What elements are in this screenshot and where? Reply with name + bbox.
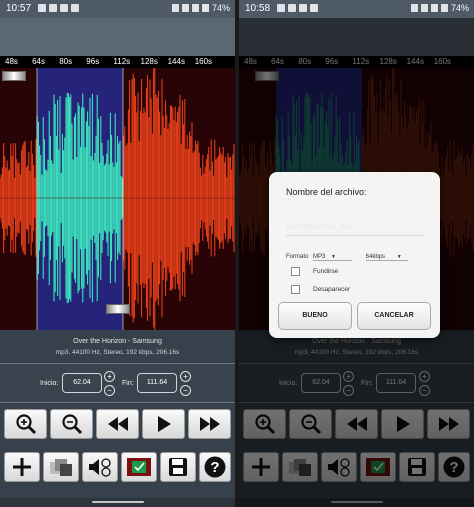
track-info: Over the Horizon - Samsung mp3, 44100 Hz… <box>0 330 235 363</box>
waveform-outer-right <box>123 58 235 330</box>
status-time: 10:57 <box>6 3 32 14</box>
play-button[interactable] <box>142 409 185 439</box>
bitrate-select[interactable]: 64kbps ▼ <box>365 254 408 261</box>
play-icon <box>157 416 171 432</box>
timeline-tick: 128s <box>140 57 158 66</box>
volume-icon <box>89 458 111 477</box>
zoom-in-button[interactable] <box>4 409 47 439</box>
timeline-ruler: 48s 64s 80s 96s 112s 128s 144s 160s <box>0 56 235 68</box>
timeline-tick: 144s <box>167 57 185 66</box>
save-button[interactable] <box>160 452 196 482</box>
fade-icon <box>50 459 72 476</box>
trim-controls: Inicio: 62.04 + − Fin: 111.64 + − <box>0 363 235 403</box>
app-bar <box>0 18 235 56</box>
contacts-button[interactable] <box>121 452 157 482</box>
fade-button[interactable] <box>43 452 79 482</box>
nav-bar <box>0 498 235 507</box>
end-time-field[interactable]: 111.64 <box>137 373 177 393</box>
status-bar: 10:57 74% <box>0 0 235 18</box>
rewind-button[interactable] <box>96 409 139 439</box>
save-dialog: Nombre del archivo: Overtheorizon_cut Fo… <box>269 172 440 338</box>
save-icon <box>169 458 187 476</box>
svg-text:?: ? <box>210 459 219 476</box>
end-label: Fin: <box>122 380 134 387</box>
rewind-icon <box>107 417 128 431</box>
timeline-tick: 48s <box>5 57 18 66</box>
timeline-tick: 160s <box>194 57 213 66</box>
start-time-field[interactable]: 62.04 <box>62 373 102 393</box>
save-dialog-screen: 10:58 74% 48s64s80s96s112s128s144s160s O… <box>239 0 474 507</box>
waveform-svg <box>0 58 235 330</box>
battery-percent: 74% <box>211 3 230 13</box>
bitrate-value: 64kbps <box>365 254 386 260</box>
fade-out-label: Desaparecer <box>313 286 351 293</box>
timeline-tick: 112s <box>113 57 131 66</box>
chevron-down-icon: ▼ <box>396 254 402 260</box>
start-plus-button[interactable]: + <box>104 371 115 382</box>
add-icon <box>13 458 31 476</box>
format-row: Formato MP3 ▼ 64kbps ▼ <box>286 254 408 261</box>
system-icons: 74% <box>410 3 469 13</box>
volume-button[interactable] <box>82 452 118 482</box>
format-label: Formato <box>286 254 309 260</box>
fade-in-checkbox[interactable] <box>291 267 300 276</box>
track-title: Over the Horizon - Samsung <box>73 338 162 345</box>
start-label: Inicio: <box>40 380 59 387</box>
fast-forward-icon <box>199 417 220 431</box>
chevron-down-icon: ▼ <box>331 254 336 260</box>
status-bar: 10:58 74% <box>239 0 474 18</box>
timeline-tick: 64s <box>32 57 45 66</box>
waveform-view[interactable]: 48s 64s 80s 96s 112s 128s 144s 160s <box>0 56 235 330</box>
help-button[interactable]: ? <box>199 452 231 482</box>
end-handle[interactable] <box>106 304 130 314</box>
notification-icons <box>38 4 79 12</box>
zoom-out-button[interactable] <box>50 409 93 439</box>
format-select[interactable]: MP3 ▼ <box>313 254 352 261</box>
status-time: 10:58 <box>245 3 271 14</box>
fade-in-label: Fundirse <box>313 268 339 275</box>
zoom-out-icon <box>61 414 82 435</box>
contacts-icon <box>127 458 151 476</box>
timeline-tick: 96s <box>86 57 100 66</box>
end-plus-button[interactable]: + <box>180 371 191 382</box>
filename-input[interactable]: Overtheorizon_cut <box>286 222 424 236</box>
home-indicator[interactable] <box>92 501 144 503</box>
system-icons: 74% <box>171 3 230 13</box>
fade-out-checkbox[interactable] <box>291 285 300 294</box>
help-icon: ? <box>204 456 226 478</box>
ok-button[interactable]: BUENO <box>278 302 352 330</box>
start-handle[interactable] <box>2 71 26 81</box>
end-minus-button[interactable]: − <box>180 385 191 396</box>
track-details: mp3, 44100 Hz, Stereo, 192 kbps, 206.16s <box>55 349 180 356</box>
fast-forward-button[interactable] <box>188 409 231 439</box>
zoom-in-icon <box>15 414 36 435</box>
dialog-title: Nombre del archivo: <box>286 187 367 197</box>
battery-percent: 74% <box>450 3 469 13</box>
add-button[interactable] <box>4 452 40 482</box>
start-minus-button[interactable]: − <box>104 385 115 396</box>
editor-screen: 10:57 74% 48s 64s 80s 96s 112s 128s 144s 160s O… <box>0 0 235 507</box>
notification-icons <box>277 4 318 12</box>
timeline-tick: 80s <box>59 57 73 66</box>
cancel-button[interactable]: CANCELAR <box>357 302 431 330</box>
format-value: MP3 <box>313 254 326 260</box>
